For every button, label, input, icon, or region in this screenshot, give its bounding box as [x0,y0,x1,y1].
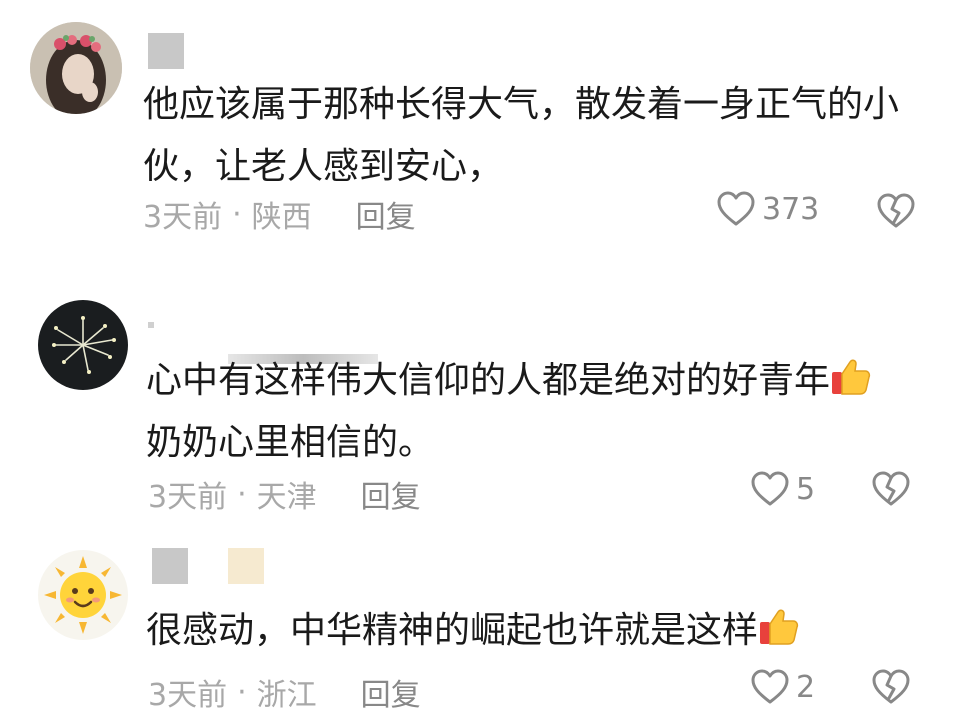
heart-outline-icon [717,191,755,226]
username-masked[interactable] [152,548,264,584]
comment-item: 很感动，中华精神的崛起也许就是这样 3天前 · 浙江 回复 2 [0,540,960,723]
girl-avatar-icon [30,22,122,114]
like-button[interactable]: 5 [750,470,815,508]
mosaic-block [148,322,154,328]
like-count: 5 [796,471,816,507]
meta-separator: · [232,196,242,232]
username-masked[interactable] [148,33,184,69]
thumbs-up-emoji-icon [832,359,871,395]
comment-location: 浙江 [256,678,317,713]
comment-location: 陕西 [251,200,312,235]
comment-text: 很感动，中华精神的崛起也许就是这样 [146,600,936,662]
dislike-button[interactable] [871,470,911,512]
comment-text-line: 伙，让老人感到安心， [143,146,504,187]
comment-meta: 3天前 · 天津 回复 [148,472,421,516]
heart-outline-icon [751,471,789,506]
comment-text-line: 心中有这样伟大信仰的人都是绝对的好青年 [146,350,936,412]
mosaic-block [148,33,184,69]
smiling-sun-avatar-icon [38,550,128,640]
dislike-button[interactable] [876,192,916,234]
dislike-button[interactable] [871,668,911,710]
like-button[interactable]: 373 [716,190,819,228]
comment-meta: 3天前 · 浙江 回复 [148,670,421,714]
comment-text: 他应该属于那种长得大气，散发着一身正气的小 伙，让老人感到安心， [143,74,933,198]
comment-time: 3天前 [148,480,228,515]
comment-location: 天津 [256,480,317,515]
like-count: 2 [796,669,816,705]
fireworks-avatar-icon [38,300,128,390]
mosaic-block [228,548,264,584]
comment-time: 3天前 [148,678,228,713]
comment-text: 心中有这样伟大信仰的人都是绝对的好青年 奶奶心里相信的。 [146,350,936,474]
broken-heart-icon [877,193,915,228]
username-masked[interactable] [148,322,154,328]
avatar[interactable] [30,22,122,114]
reply-button[interactable]: 回复 [361,670,421,714]
thumbs-up-emoji-icon [760,609,799,645]
broken-heart-icon [872,471,910,506]
avatar[interactable] [38,550,128,640]
mosaic-block [152,548,188,584]
meta-separator: · [237,476,247,512]
comment-text-line-content: 很感动，中华精神的崛起也许就是这样 [146,610,759,651]
like-count: 373 [762,191,820,227]
meta-separator: · [237,674,247,710]
comment-text-line: 很感动，中华精神的崛起也许就是这样 [146,600,936,662]
comment-meta: 3天前 · 陕西 回复 [143,192,416,236]
comment-time: 3天前 [143,200,223,235]
comment-item: 他应该属于那种长得大气，散发着一身正气的小 伙，让老人感到安心， 3天前 · 陕… [0,0,960,260]
reply-button[interactable]: 回复 [356,192,416,236]
comment-text-line: 他应该属于那种长得大气，散发着一身正气的小 [143,84,900,125]
avatar[interactable] [38,300,128,390]
comment-text-line: 奶奶心里相信的。 [146,422,435,463]
heart-outline-icon [751,669,789,704]
broken-heart-icon [872,669,910,704]
reply-button[interactable]: 回复 [361,472,421,516]
comment-text-line-content: 心中有这样伟大信仰的人都是绝对的好青年 [146,360,831,401]
comment-item: 心中有这样伟大信仰的人都是绝对的好青年 奶奶心里相信的。 3天前 · 天津 回复… [0,290,960,530]
like-button[interactable]: 2 [750,668,815,706]
